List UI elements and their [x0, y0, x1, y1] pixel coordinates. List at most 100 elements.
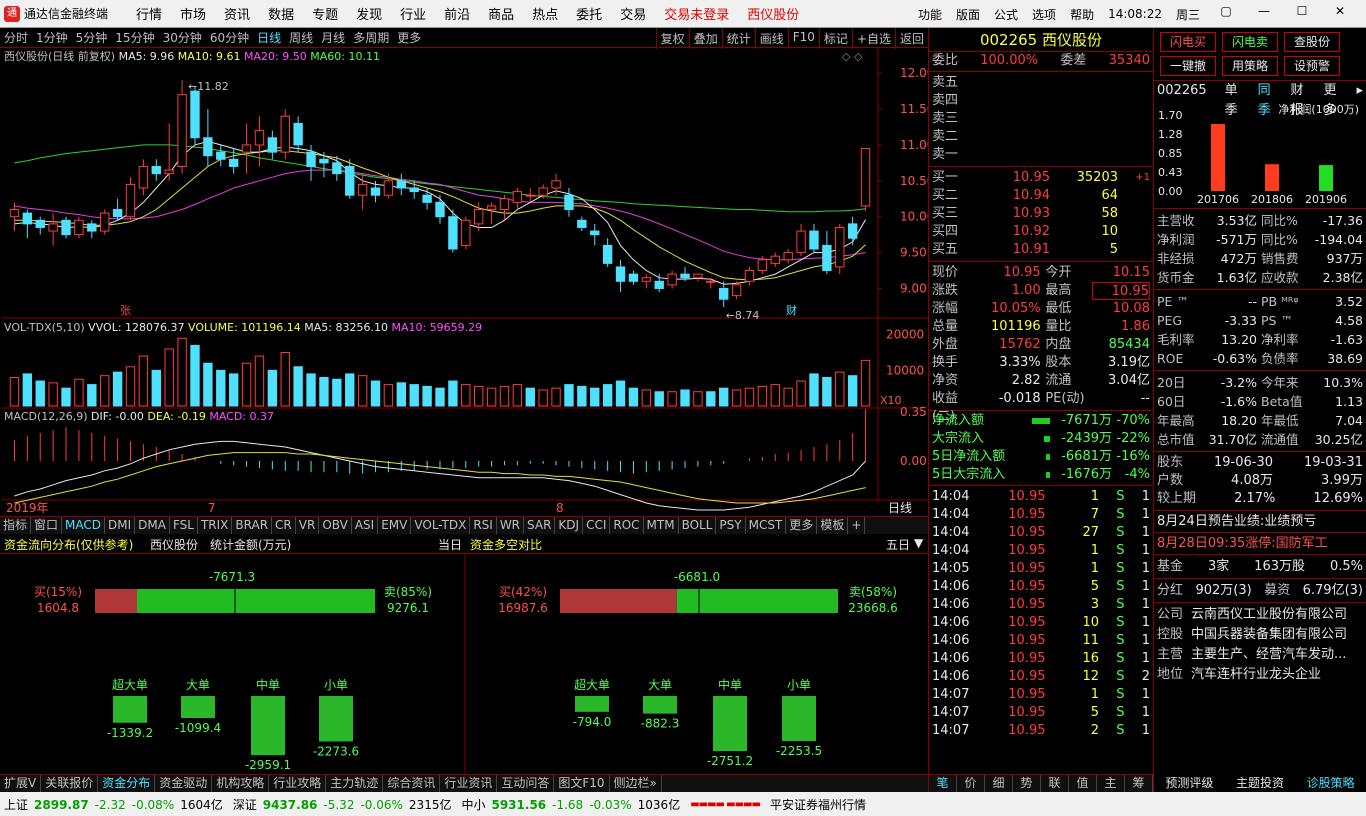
- candle-body[interactable]: [190, 90, 200, 139]
- candle-body[interactable]: [512, 191, 523, 203]
- candle-body[interactable]: [731, 284, 742, 297]
- tool-button-6[interactable]: +自选: [851, 28, 895, 49]
- bottom-tab-7[interactable]: 综合资讯: [383, 775, 441, 792]
- candle-body[interactable]: [396, 180, 407, 189]
- candle-body[interactable]: [577, 219, 587, 228]
- menu-item-9[interactable]: 热点: [532, 8, 558, 23]
- period-tab-8[interactable]: 月线: [321, 29, 345, 46]
- candle-body[interactable]: [602, 244, 613, 264]
- right-menu-item-3[interactable]: 选项: [1032, 6, 1056, 23]
- candle-body[interactable]: [61, 219, 71, 236]
- news-forecast[interactable]: 8月24日预告业绩:业绩预亏: [1154, 510, 1366, 532]
- candle-body[interactable]: [847, 223, 858, 239]
- index-shanghai[interactable]: 上证 2899.87 -2.32 -0.08% 1604亿: [4, 796, 223, 813]
- candle-body[interactable]: [357, 183, 368, 196]
- candle-body[interactable]: [164, 169, 174, 175]
- indicator-tab-4[interactable]: DMA: [135, 517, 170, 534]
- candle-body[interactable]: [74, 219, 84, 236]
- fin-tab-3[interactable]: 更多: [1324, 81, 1347, 118]
- index-shenzhen[interactable]: 深证 9437.86 -5.32 -0.06% 2315亿: [233, 796, 452, 813]
- bid-row[interactable]: 买四 10.92 10: [929, 223, 1153, 241]
- candle-body[interactable]: [319, 158, 329, 164]
- indicator-tab-21[interactable]: BOLL: [679, 517, 717, 534]
- candle-body[interactable]: [538, 187, 548, 196]
- period-tab-5[interactable]: 60分钟: [210, 29, 249, 46]
- candle-body[interactable]: [125, 183, 136, 218]
- candle-body[interactable]: [719, 287, 729, 300]
- candle-body[interactable]: [409, 187, 419, 193]
- candle-body[interactable]: [486, 205, 497, 211]
- period-tab-1[interactable]: 1分钟: [36, 29, 68, 46]
- quick-button-5[interactable]: 设预警: [1284, 56, 1340, 76]
- candle-body[interactable]: [35, 219, 45, 228]
- indicator-tab-26[interactable]: +: [848, 517, 866, 534]
- candle-body[interactable]: [641, 277, 652, 282]
- ask-row[interactable]: 卖四: [929, 92, 1153, 110]
- candle-body[interactable]: [241, 144, 252, 153]
- fund-right-period[interactable]: 五日: [886, 536, 910, 553]
- candle-body[interactable]: [615, 266, 626, 282]
- indicator-tab-24[interactable]: 更多: [786, 517, 818, 534]
- menu-item-11[interactable]: 交易: [620, 8, 646, 23]
- candle-body[interactable]: [267, 137, 278, 153]
- chevron-down-icon[interactable]: ▼: [914, 536, 923, 550]
- bid-row[interactable]: 买三 10.93 58: [929, 205, 1153, 223]
- ask-row[interactable]: 卖一: [929, 146, 1153, 164]
- tool-button-0[interactable]: 复权: [655, 28, 689, 49]
- indicator-tab-23[interactable]: MCST: [746, 517, 787, 534]
- chevron-right-icon[interactable]: ▸: [1356, 81, 1363, 101]
- tool-button-3[interactable]: 画线: [754, 28, 788, 49]
- quick-button-0[interactable]: 闪电买: [1160, 32, 1216, 52]
- bottom-tab-6[interactable]: 主力轨迹: [326, 775, 384, 792]
- indicator-tab-16[interactable]: SAR: [524, 517, 556, 534]
- fund-left-period[interactable]: 当日: [438, 536, 462, 553]
- tool-button-1[interactable]: 叠加: [688, 28, 722, 49]
- candle-body[interactable]: [100, 212, 110, 232]
- bottom-tab-5[interactable]: 行业攻略: [269, 775, 327, 792]
- candle-body[interactable]: [112, 209, 123, 218]
- quote-tab-5[interactable]: 值: [1069, 775, 1097, 792]
- index-sme[interactable]: 中小 5931.56 -1.68 -0.03% 1036亿: [461, 796, 680, 813]
- bottom-tab-3[interactable]: 资金驱动: [155, 775, 213, 792]
- candle-body[interactable]: [525, 194, 535, 197]
- fin-tab-0[interactable]: 单季: [1225, 81, 1248, 118]
- quick-button-2[interactable]: 查股份: [1284, 32, 1340, 52]
- right-menu-item-1[interactable]: 版面: [956, 6, 980, 23]
- candle-body[interactable]: [151, 165, 161, 175]
- candle-body[interactable]: [473, 209, 484, 225]
- fin-tab-2[interactable]: 财报: [1291, 81, 1314, 118]
- fin-tab-1[interactable]: 同季: [1258, 81, 1281, 118]
- quote-tab-6[interactable]: 主: [1097, 775, 1125, 792]
- menu-item-7[interactable]: 前沿: [444, 8, 470, 23]
- menu-item-10[interactable]: 委托: [576, 8, 602, 23]
- bid-row[interactable]: 买二 10.94 64: [929, 187, 1153, 205]
- indicator-tab-9[interactable]: VR: [296, 517, 320, 534]
- candle-body[interactable]: [422, 194, 432, 203]
- candle-body[interactable]: [448, 216, 458, 250]
- quote-tab-4[interactable]: 联: [1041, 775, 1069, 792]
- menu-item-5[interactable]: 发现: [356, 8, 382, 23]
- tool-button-4[interactable]: F10: [787, 28, 819, 49]
- candle-body[interactable]: [757, 259, 768, 272]
- candle-body[interactable]: [706, 280, 716, 283]
- candle-body[interactable]: [345, 165, 355, 196]
- right-bottom-tab-2[interactable]: 诊股策略: [1307, 774, 1355, 792]
- bid-row[interactable]: 买一 10.95 35203 +1: [929, 169, 1153, 187]
- menu-item-8[interactable]: 商品: [488, 8, 514, 23]
- candle-body[interactable]: [280, 115, 290, 153]
- menu-item-0[interactable]: 行情: [136, 8, 162, 23]
- candle-body[interactable]: [22, 212, 33, 225]
- candle-body[interactable]: [461, 219, 471, 246]
- quote-tab-1[interactable]: 价: [957, 775, 985, 792]
- tool-button-7[interactable]: 返回: [894, 28, 928, 49]
- candle-body[interactable]: [809, 230, 819, 250]
- quick-button-1[interactable]: 闪电卖: [1222, 32, 1278, 52]
- quote-tab-3[interactable]: 势: [1013, 775, 1041, 792]
- bottom-tab-8[interactable]: 行业资讯: [440, 775, 498, 792]
- indicator-tab-14[interactable]: RSI: [470, 517, 497, 534]
- menu-item-1[interactable]: 市场: [180, 8, 206, 23]
- period-tab-4[interactable]: 30分钟: [163, 29, 202, 46]
- candle-body[interactable]: [783, 252, 793, 261]
- tick-list[interactable]: 14:04 10.95 1 S 1 14:04 10.95 7 S 1 14:04 10.95 27 S 1…: [929, 486, 1153, 742]
- indicator-tab-12[interactable]: EMV: [378, 517, 412, 534]
